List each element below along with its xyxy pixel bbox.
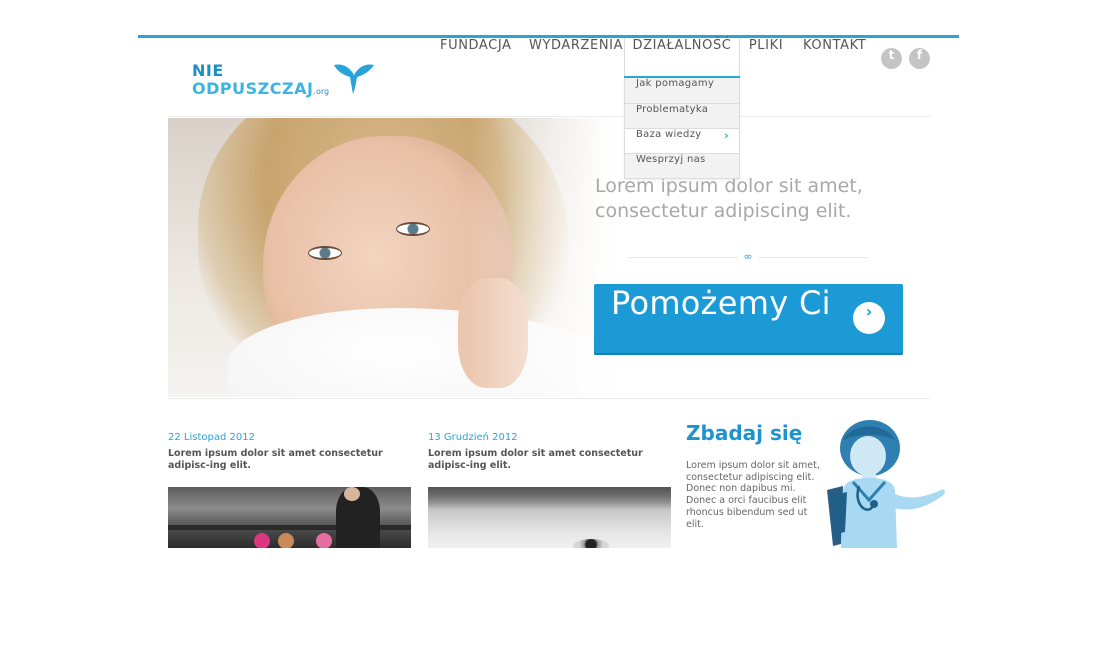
- news-image[interactable]: [428, 487, 671, 548]
- dropdown-item-baza-wiedzy[interactable]: Baza wiedzy ›: [625, 128, 739, 153]
- ornament-icon: ∞: [738, 251, 758, 263]
- news-title[interactable]: Lorem ipsum dolor sit amet consectetur a…: [428, 448, 671, 472]
- hero-banner: Lorem ipsum dolor sit amet, consectetur …: [168, 118, 930, 397]
- news-item: 22 Listopad 2012 Lorem ipsum dolor sit a…: [168, 432, 411, 548]
- news-date: 13 Grudzień 2012: [428, 432, 518, 443]
- news-date: 22 Listopad 2012: [168, 432, 255, 443]
- news-title[interactable]: Lorem ipsum dolor sit amet consectetur a…: [168, 448, 411, 472]
- whale-tail-icon: [334, 64, 374, 94]
- nav-wydarzenia[interactable]: WYDARZENIA: [529, 38, 622, 78]
- logo-tld: .org: [313, 87, 330, 96]
- hero-bottom-divider: [168, 398, 930, 399]
- nav-kontakt[interactable]: KONTAKT: [803, 38, 866, 78]
- hero-tagline-line2: consectetur adipiscing elit.: [595, 200, 852, 222]
- doctor-illustration: [827, 420, 945, 548]
- nav-fundacja[interactable]: FUNDACJA: [440, 38, 511, 78]
- dropdown-item-jak-pomagamy[interactable]: Jak pomagamy: [625, 78, 739, 103]
- dropdown-item-problematyka[interactable]: Problematyka: [625, 103, 739, 128]
- cta-label: Pomożemy Ci: [611, 284, 831, 322]
- hero-top-divider: [168, 116, 930, 117]
- dropdown-item-label: Baza wiedzy: [636, 129, 702, 140]
- zbadaj-title[interactable]: Zbadaj się: [686, 421, 802, 445]
- dropdown-item-wesprzyj-nas[interactable]: Wesprzyj nas: [625, 153, 739, 178]
- logo-text-line2: ODPUSZCZAJ.org: [192, 79, 330, 98]
- chevron-right-icon: ›: [724, 129, 729, 142]
- chevron-right-circle-icon: ›: [853, 302, 885, 334]
- twitter-icon[interactable]: t: [881, 48, 902, 69]
- zbadaj-text: Lorem ipsum dolor sit amet, consectetur …: [686, 460, 820, 530]
- nav-pliki[interactable]: PLIKI: [748, 38, 784, 78]
- logo-text-line1: NIE: [192, 61, 224, 80]
- news-item: 13 Grudzień 2012 Lorem ipsum dolor sit a…: [428, 432, 671, 548]
- facebook-icon[interactable]: f: [909, 48, 930, 69]
- nav-dzialalnosc[interactable]: DZIAŁALNOŚĆ: [624, 38, 740, 79]
- pomozemy-ci-button[interactable]: Pomożemy Ci ›: [594, 284, 903, 355]
- news-image[interactable]: [168, 487, 411, 548]
- hero-tagline: Lorem ipsum dolor sit amet, consectetur …: [595, 174, 895, 224]
- dropdown-menu-dzialalnosc: Jak pomagamy Problematyka Baza wiedzy › …: [624, 78, 740, 179]
- hero-photo-woman: [168, 118, 608, 397]
